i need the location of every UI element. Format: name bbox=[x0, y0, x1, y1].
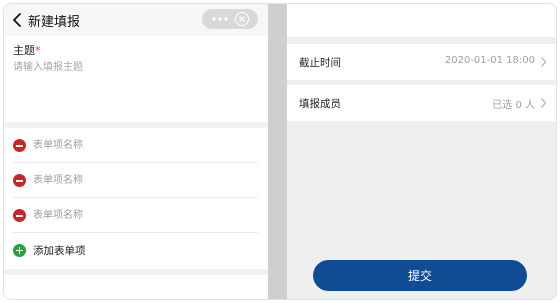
right-pane: 截止时间 2020-01-01 18:00 填报成员 已选 0 人 提交 bbox=[287, 4, 556, 299]
pane-divider bbox=[268, 4, 287, 299]
close-circle-icon[interactable] bbox=[235, 12, 249, 26]
chevron-right-icon bbox=[541, 57, 547, 67]
subject-section: 主题* bbox=[4, 36, 268, 122]
members-label: 填报成员 bbox=[299, 98, 341, 110]
remove-circle-icon[interactable] bbox=[13, 209, 26, 222]
form-item-row bbox=[4, 128, 268, 163]
form-item-name-input[interactable] bbox=[33, 137, 233, 154]
left-pane: 新建填报 主题* 请输入填报主题 表单项名称 表单项名称 表单项名称 添加表单项 bbox=[4, 4, 268, 299]
form-items-list: 添加表单项 bbox=[4, 128, 268, 269]
add-circle-icon[interactable] bbox=[13, 244, 26, 257]
add-form-item-button[interactable]: 添加表单项 bbox=[4, 233, 268, 268]
submit-button[interactable]: 提交 bbox=[313, 260, 527, 291]
form-item-name-input[interactable] bbox=[33, 172, 233, 189]
subject-label: 主题* bbox=[13, 44, 41, 57]
back-arrow-icon[interactable] bbox=[11, 12, 25, 28]
left-bottom-section bbox=[4, 275, 268, 299]
form-item-row bbox=[4, 198, 268, 233]
add-form-item-label: 添加表单项 bbox=[33, 245, 86, 257]
required-mark: * bbox=[35, 44, 41, 57]
capsule-menu bbox=[202, 9, 258, 29]
form-item-row bbox=[4, 163, 268, 198]
navigation-bar: 新建填报 bbox=[4, 4, 268, 36]
subject-input[interactable] bbox=[13, 59, 253, 75]
remove-circle-icon[interactable] bbox=[13, 139, 26, 152]
remove-circle-icon[interactable] bbox=[13, 174, 26, 187]
members-value: 已选 0 人 bbox=[492, 100, 535, 111]
form-item-name-input[interactable] bbox=[33, 207, 233, 224]
page-title: 新建填报 bbox=[28, 15, 81, 30]
chevron-right-icon bbox=[541, 98, 547, 108]
deadline-value: 2020-01-01 18:00 bbox=[444, 55, 535, 66]
app-frame: 新建填报 主题* 请输入填报主题 表单项名称 表单项名称 表单项名称 添加表单项… bbox=[3, 3, 557, 300]
deadline-label: 截止时间 bbox=[299, 57, 341, 69]
right-top-section bbox=[287, 4, 556, 37]
deadline-row[interactable]: 截止时间 2020-01-01 18:00 bbox=[287, 44, 556, 80]
members-row[interactable]: 填报成员 已选 0 人 bbox=[287, 85, 556, 121]
more-dots-icon[interactable] bbox=[209, 9, 231, 29]
